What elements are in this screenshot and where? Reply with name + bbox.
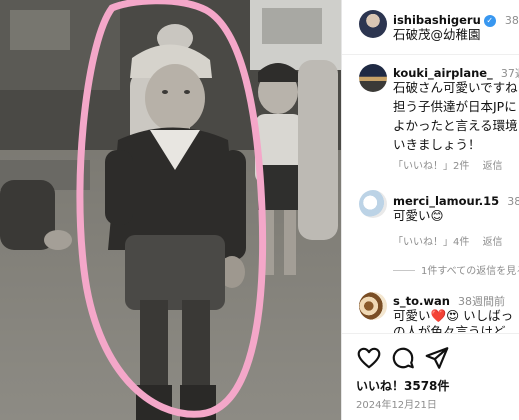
- comment-text-line: 担う子供達が日本JPに: [393, 99, 517, 114]
- divider-line: [393, 270, 415, 271]
- comment-likes-count[interactable]: 「いいね！」4件: [393, 237, 469, 248]
- post-actions-bar: いいね！3578件 2024年12月21日: [342, 333, 519, 420]
- likes-count[interactable]: いいね！3578件: [356, 377, 449, 394]
- photo-illustration: [0, 0, 341, 420]
- commenter-avatar[interactable]: [359, 190, 387, 218]
- comment-icon[interactable]: [390, 345, 416, 371]
- post-caption: 石破茂@幼稚園: [393, 27, 481, 42]
- comment-likes-count[interactable]: 「いいね！」2件: [393, 161, 469, 172]
- reply-button[interactable]: 返信: [483, 237, 503, 248]
- author-avatar[interactable]: [359, 10, 387, 38]
- post-photo: [0, 0, 341, 420]
- post-date: 2024年12月21日: [356, 400, 437, 411]
- reply-button[interactable]: 返信: [483, 161, 503, 172]
- heart-icon[interactable]: [356, 345, 382, 371]
- comment-text-line: 石破さん可愛いですね: [393, 80, 518, 95]
- post-header: ishibashigeru✓ 38週間 石破茂@幼稚園: [342, 0, 519, 55]
- view-replies-label: 1件すべての返信を見る: [421, 266, 519, 277]
- commenter-avatar[interactable]: [359, 292, 387, 320]
- verified-badge-icon: ✓: [483, 15, 496, 27]
- comment-text-line: いきましょう！: [393, 137, 481, 152]
- view-replies-toggle[interactable]: 1件すべての返信を見る: [393, 262, 519, 277]
- comment-text-line: よかったと言える環境: [393, 118, 518, 133]
- comment-text-line: 可愛い😊: [393, 208, 444, 223]
- post-time: 38週間: [504, 14, 519, 27]
- comments-panel: ishibashigeru✓ 38週間 石破茂@幼稚園 kouki_airpla…: [341, 0, 519, 420]
- commenter-avatar[interactable]: [359, 64, 387, 92]
- comment-time: 38週間前: [507, 195, 519, 208]
- share-icon[interactable]: [424, 345, 450, 371]
